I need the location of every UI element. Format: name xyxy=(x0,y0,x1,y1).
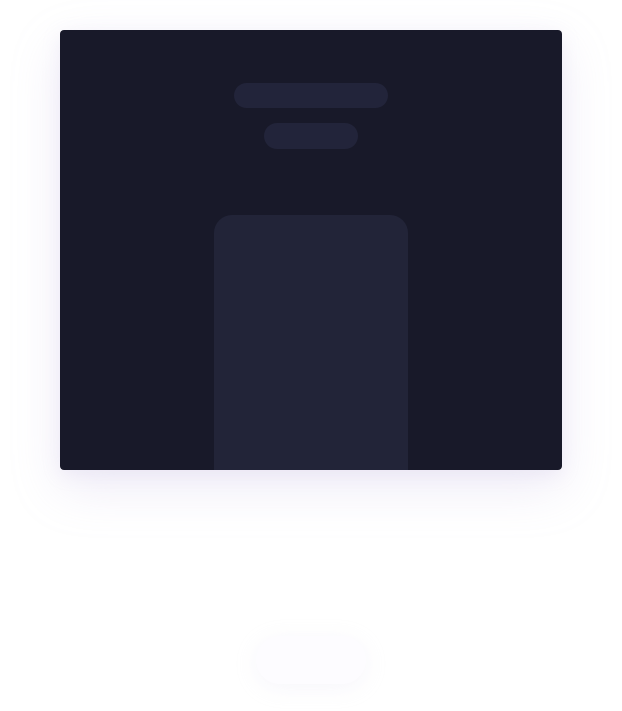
skeleton-subtitle-bar xyxy=(264,123,358,149)
ghost-action-button[interactable] xyxy=(256,636,366,684)
ghost-action-label xyxy=(256,636,366,684)
skeleton-title-bar xyxy=(234,83,388,108)
page-canvas xyxy=(0,0,622,711)
phone-mockup-placeholder xyxy=(214,215,408,470)
loading-preview-card xyxy=(60,30,562,470)
